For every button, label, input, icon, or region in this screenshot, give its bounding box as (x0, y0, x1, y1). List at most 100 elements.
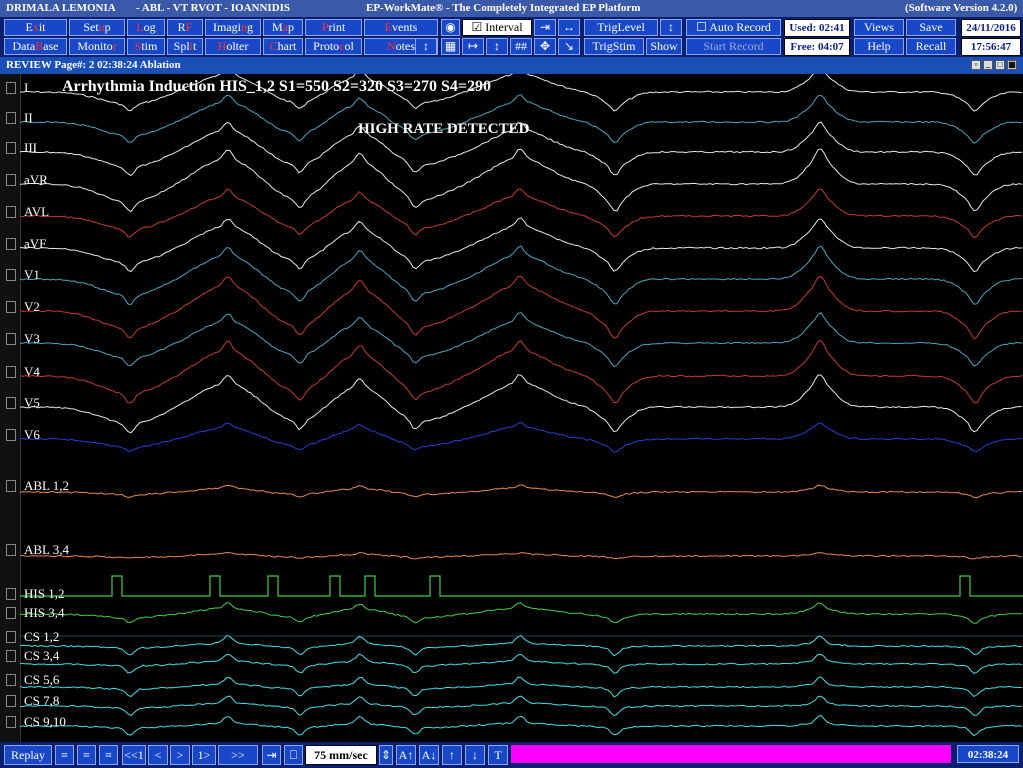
channel-handle[interactable] (6, 301, 16, 313)
minimize-icon[interactable]: _ (983, 60, 993, 70)
interval-expand-icon[interactable]: ↔ (558, 19, 580, 36)
channel-label-avf: aVF (24, 236, 47, 251)
ecg-trace (19, 653, 1023, 674)
channel-handle[interactable] (6, 238, 16, 250)
restore-icon[interactable]: □ (995, 60, 1005, 70)
button-text: p (104, 20, 111, 34)
triglevel-adjust-icon[interactable]: ↕ (660, 19, 682, 36)
interval-toggle[interactable]: ☑ Interval (462, 19, 532, 36)
nav-page-button[interactable]: 1> (192, 745, 216, 765)
toolbar-button-database[interactable]: DataBase (4, 38, 67, 55)
toolbar-button-stim[interactable]: Stim (127, 38, 165, 55)
ecg-trace (19, 421, 1023, 453)
trace-filter-icon-2[interactable]: ≡ (77, 745, 96, 765)
clock-display: 17:56:47 (961, 38, 1021, 56)
amplitude-up-icon[interactable]: A↑ (396, 745, 416, 765)
software-version: (Software Version 4.2.0) (905, 2, 1018, 14)
channel-handle[interactable] (6, 588, 16, 600)
trace-filter-icon-3[interactable]: ≡ (99, 745, 118, 765)
speed-field[interactable]: 75 mm/sec (305, 745, 377, 765)
trace-area[interactable]: I II III aVR AVL aVF V1 V2 V3 V4 V5 V6 ABL 1,2 ABL 3,… (0, 74, 1023, 742)
show-label: Show (650, 39, 678, 53)
trigstim-label: TrigStim (592, 39, 636, 53)
toolbar-button-rf[interactable]: RF (167, 19, 203, 36)
multi-caliper-icon[interactable]: ## (510, 38, 532, 55)
toolbar-button-print[interactable]: Print (305, 19, 362, 36)
channel-handle[interactable] (6, 142, 16, 154)
channel-handle[interactable] (6, 674, 16, 686)
triglevel-button[interactable]: TrigLevel (584, 19, 658, 36)
toolbar-button-monitor[interactable]: Monitor (69, 38, 125, 55)
nav-last-button[interactable]: >> (218, 745, 258, 765)
jump-end-icon[interactable]: ⇥ (262, 745, 281, 765)
toolbar-button-protocol[interactable]: Protocol (305, 38, 362, 55)
interval-label: Interval (485, 20, 523, 34)
speed-spinner-icon[interactable]: ⇕ (379, 745, 393, 765)
grid-icon[interactable]: ▦ (441, 38, 460, 55)
toolbar-button-map[interactable]: Map (263, 19, 303, 36)
patient-name: DRIMALA LEMONIA (6, 2, 116, 14)
channel-label-v4: V4 (24, 364, 40, 379)
channel-handle[interactable] (6, 333, 16, 345)
channel-handle[interactable] (6, 206, 16, 218)
toolbar-button-split[interactable]: Split (167, 38, 203, 55)
lock-icon[interactable]: ⎕ (284, 745, 303, 765)
button-text: hart (277, 39, 297, 53)
layout-icon[interactable]: ▫ (971, 60, 981, 70)
channel-label-cs-5-6: CS 5,6 (24, 672, 60, 687)
toolbar-button-chart[interactable]: Chart (263, 38, 303, 55)
channel-handle[interactable] (6, 631, 16, 643)
toolbar-button-imaging[interactable]: Imaging (205, 19, 261, 36)
trigstim-button[interactable]: TrigStim (584, 38, 644, 55)
vertical-caliper-icon[interactable]: ↕ (486, 38, 508, 55)
show-button[interactable]: Show (646, 38, 682, 55)
nav-first-button[interactable]: <<1 (122, 745, 146, 765)
hotkey-letter: L (136, 20, 144, 34)
channel-handle[interactable] (6, 429, 16, 441)
toolbar-button-setup[interactable]: Setup (69, 19, 125, 36)
auto-record-toggle[interactable]: ☐ Auto Record (686, 19, 781, 36)
move-down-icon[interactable]: ↓ (465, 745, 485, 765)
toolbar-button-log[interactable]: Log (127, 19, 165, 36)
progress-bar[interactable] (511, 745, 951, 763)
toolbar-button-exit[interactable]: Exit (4, 19, 67, 36)
views-button[interactable]: Views (854, 19, 904, 36)
channel-handle[interactable] (6, 82, 16, 94)
nav-prev-button[interactable]: < (148, 745, 168, 765)
amplitude-down-icon[interactable]: A↓ (419, 745, 439, 765)
recall-button[interactable]: Recall (906, 38, 956, 55)
channel-handle[interactable] (6, 112, 16, 124)
replay-button[interactable]: Replay (4, 745, 52, 765)
channel-handle[interactable] (6, 650, 16, 662)
channel-handle[interactable] (6, 397, 16, 409)
button-text: Proto (313, 39, 340, 53)
slope-caliper-icon[interactable]: ↘ (558, 38, 580, 55)
trace-filter-icon-1[interactable]: ≡ (55, 745, 74, 765)
toolbar-button-holter[interactable]: Holter (205, 38, 261, 55)
channel-handle[interactable] (6, 695, 16, 707)
channel-handle[interactable] (6, 544, 16, 556)
channel-handle[interactable] (6, 269, 16, 281)
interval-caliper-icon[interactable]: ⇥ (534, 19, 556, 36)
ecg-trace (19, 714, 1023, 737)
channel-handle[interactable] (6, 366, 16, 378)
text-icon[interactable]: T (488, 745, 508, 765)
move-up-icon[interactable]: ↑ (442, 745, 462, 765)
toolbar-button-events[interactable]: Events (364, 19, 438, 36)
channel-handle[interactable] (6, 174, 16, 186)
channel-handle[interactable] (6, 716, 16, 728)
channel-handle[interactable] (6, 480, 16, 492)
cross-caliper-icon[interactable]: ✥ (534, 38, 556, 55)
start-record-button[interactable]: Start Record (686, 38, 781, 55)
channel-handle[interactable] (6, 607, 16, 619)
tile-icon[interactable]: ▦ (1007, 60, 1017, 70)
nav-next-button[interactable]: > (170, 745, 190, 765)
horizontal-caliper-icon[interactable]: ↦ (462, 38, 484, 55)
save-button[interactable]: Save (906, 19, 956, 36)
help-button[interactable]: Help (854, 38, 904, 55)
camera-icon[interactable]: ◉ (441, 19, 460, 36)
button-text: R (177, 20, 186, 34)
replay-label: Replay (11, 748, 45, 762)
button-text: otes (395, 39, 415, 53)
notes-dropdown-icon[interactable]: ↕ (415, 38, 437, 55)
